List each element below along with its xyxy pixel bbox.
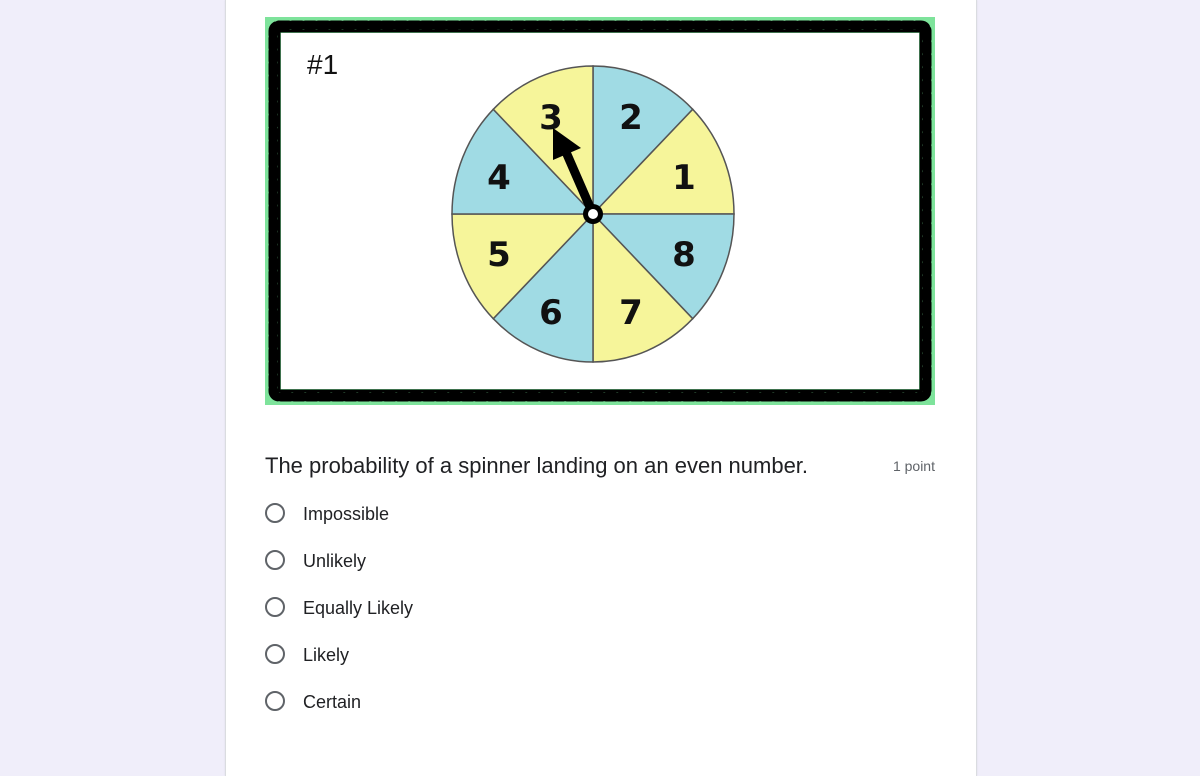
option-label: Likely [303,645,350,665]
points-label: 1 point [892,458,935,474]
radio-button[interactable] [265,597,285,617]
radio-button[interactable] [265,503,285,523]
spinner-number-8: 8 [672,235,696,275]
spinner-number-1: 1 [672,158,696,198]
option-label: Impossible [303,504,390,524]
option-unlikely[interactable]: Unlikely [265,545,765,592]
option-label: Equally Likely [303,598,414,618]
option-likely[interactable]: Likely [265,639,765,686]
option-label: Unlikely [303,551,367,571]
spinner-number-6: 6 [539,293,563,333]
option-equally-likely[interactable]: Equally Likely [265,592,765,639]
card-label: #1 [307,49,338,80]
question-header: The probability of a spinner landing on … [265,450,935,482]
question-text: The probability of a spinner landing on … [265,453,809,478]
spinner-number-7: 7 [619,293,643,333]
option-certain[interactable]: Certain [265,686,765,733]
radio-button[interactable] [265,550,285,570]
spinner-image: #1 1 2 3 4 5 6 7 8 [265,17,935,405]
spinner-wheel: 1 2 3 4 5 6 7 8 [451,65,735,363]
spinner-number-4: 4 [487,158,511,198]
spinner-number-5: 5 [487,235,511,275]
answer-options: Impossible Unlikely Equally Likely Likel… [265,498,765,733]
spinner-number-3: 3 [539,98,563,138]
option-label: Certain [303,692,362,712]
radio-button[interactable] [265,691,285,711]
radio-button[interactable] [265,644,285,664]
option-impossible[interactable]: Impossible [265,498,765,545]
spinner-number-2: 2 [619,98,643,138]
